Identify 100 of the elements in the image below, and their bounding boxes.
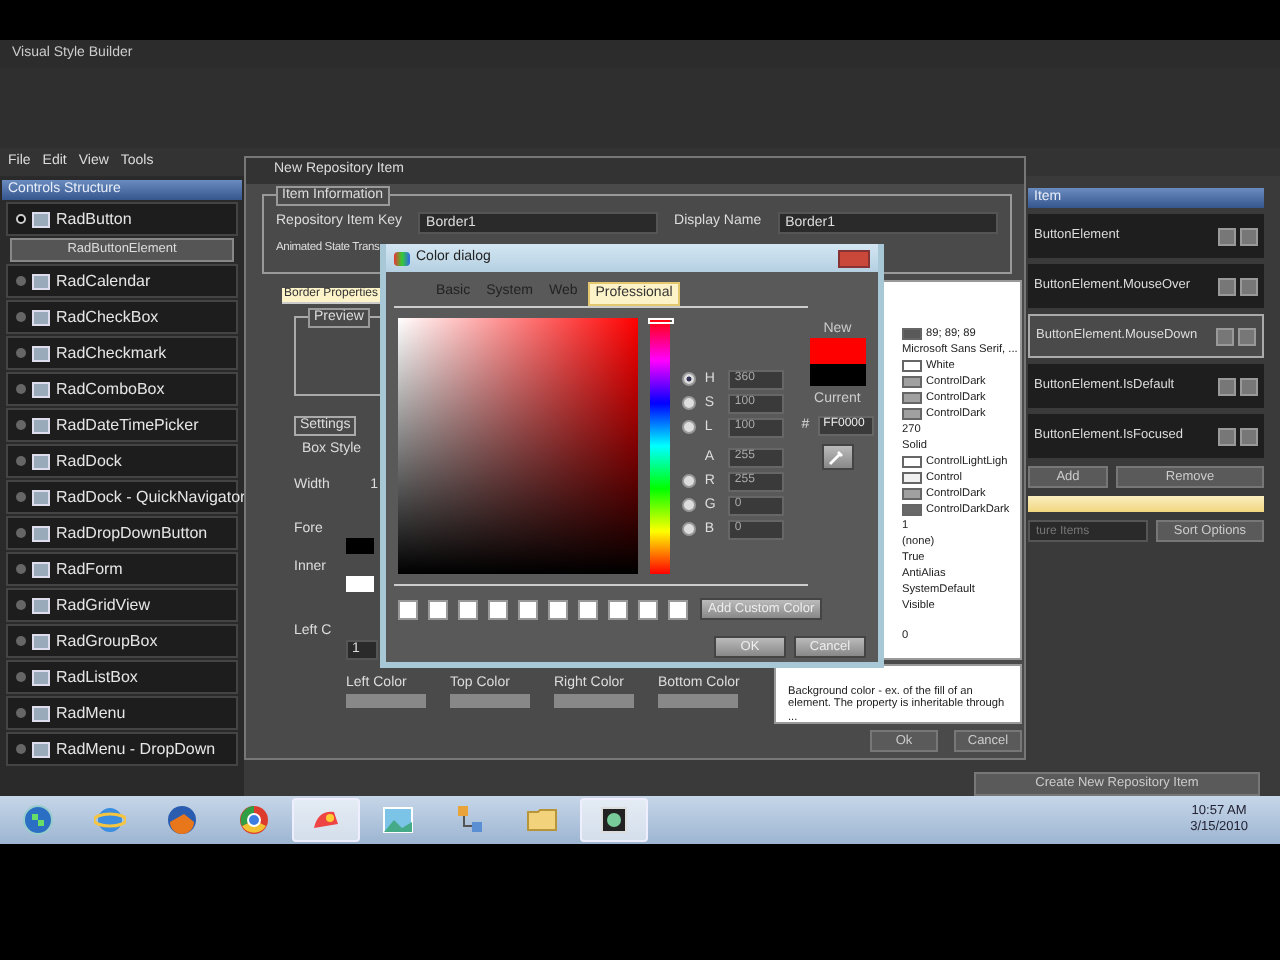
tree-item-label: RadForm [56, 559, 123, 579]
tree-item[interactable]: RadDateTimePicker [6, 408, 238, 442]
tree-item-label: RadDropDownButton [56, 523, 208, 543]
control-icon [32, 489, 50, 505]
custom-color-swatch[interactable] [638, 599, 658, 620]
control-icon [32, 273, 50, 289]
edit-button[interactable] [1238, 327, 1256, 345]
dropdown-button[interactable] [1218, 277, 1236, 295]
taskbar-button[interactable] [580, 798, 648, 842]
custom-color-swatch[interactable] [428, 599, 448, 620]
control-icon [32, 417, 50, 433]
radio-button[interactable] [682, 396, 697, 411]
custom-color-swatch[interactable] [458, 599, 478, 620]
tree-item[interactable]: RadComboBox [6, 372, 238, 406]
globe-icon [166, 804, 198, 836]
control-icon [32, 345, 50, 361]
custom-color-swatch[interactable] [518, 599, 538, 620]
expand-toggle[interactable] [16, 276, 26, 286]
hue-slider[interactable] [649, 318, 671, 575]
radio-button[interactable] [682, 522, 697, 537]
radio-button[interactable] [682, 474, 697, 489]
expand-toggle[interactable] [16, 214, 26, 224]
tree-item[interactable]: RadMenu [6, 696, 238, 730]
tree-item-label: RadCheckBox [56, 307, 159, 327]
current-color-swatch [809, 364, 866, 387]
tree-item[interactable]: RadDropDownButton [6, 516, 238, 550]
dropdown-button[interactable] [1216, 327, 1234, 345]
palette-icon [394, 251, 410, 265]
tree-item-label: RadGridView [56, 595, 150, 615]
tree-item[interactable]: RadCheckBox [6, 300, 238, 334]
color-bar[interactable] [346, 694, 426, 709]
tree-item-label: RadCalendar [56, 271, 151, 291]
custom-color-swatch[interactable] [668, 599, 688, 620]
tree-item[interactable]: RadGridView [6, 588, 238, 622]
custom-color-swatch[interactable] [398, 599, 418, 620]
color-bar[interactable] [554, 694, 634, 709]
dropdown-button[interactable] [1218, 227, 1236, 245]
color-field[interactable] [398, 318, 638, 575]
tree-item[interactable]: RadCalendar [6, 264, 238, 298]
tree-item-label: RadMenu [56, 703, 126, 723]
tree-item-label: RadComboBox [56, 379, 165, 399]
edit-button[interactable] [1240, 277, 1258, 295]
custom-color-swatch[interactable] [548, 599, 568, 620]
color-bar[interactable] [450, 694, 530, 709]
radio-button[interactable] [682, 420, 697, 435]
custom-color-swatch[interactable] [578, 599, 598, 620]
radio-button[interactable] [682, 498, 697, 513]
expand-toggle[interactable] [16, 672, 26, 682]
tree-item[interactable]: RadMenu - DropDown [6, 732, 238, 766]
wheel-icon [238, 804, 270, 836]
control-icon [32, 741, 50, 757]
custom-color-swatch[interactable] [488, 599, 508, 620]
new-color-swatch [809, 338, 866, 365]
expand-toggle[interactable] [16, 636, 26, 646]
dropdown-button[interactable] [1218, 427, 1236, 445]
slider-thumb[interactable] [647, 318, 674, 325]
expand-toggle[interactable] [16, 528, 26, 538]
tree-item-label: RadDateTimePicker [56, 415, 199, 435]
edit-button[interactable] [1240, 377, 1258, 395]
tree-item-label: RadDock [56, 451, 122, 471]
expand-toggle[interactable] [16, 420, 26, 430]
expand-toggle[interactable] [16, 564, 26, 574]
control-icon [32, 211, 50, 227]
expand-toggle[interactable] [16, 384, 26, 394]
tree-item[interactable]: RadButton [6, 202, 238, 236]
start-button [22, 804, 54, 836]
edit-button[interactable] [1240, 227, 1258, 245]
picture-icon [382, 804, 414, 836]
expand-toggle[interactable] [16, 348, 26, 358]
edit-button[interactable] [1240, 427, 1258, 445]
radio-button[interactable] [682, 372, 697, 387]
control-icon [32, 381, 50, 397]
tree-item[interactable]: RadForm [6, 552, 238, 586]
tree-item-label: RadMenu - DropDown [56, 739, 216, 759]
expand-toggle[interactable] [16, 312, 26, 322]
dropdown-button[interactable] [1218, 377, 1236, 395]
tree-item[interactable]: RadGroupBox [6, 624, 238, 658]
control-icon [32, 633, 50, 649]
network-icon [454, 804, 486, 836]
eyedropper-button[interactable] [821, 444, 854, 471]
tree-item[interactable]: RadListBox [6, 660, 238, 694]
tree-item-label: RadListBox [56, 667, 138, 687]
tree-item-label: RadGroupBox [56, 631, 158, 651]
expand-toggle[interactable] [16, 456, 26, 466]
expand-toggle[interactable] [16, 492, 26, 502]
custom-color-swatch[interactable] [608, 599, 628, 620]
eyedropper-icon [828, 448, 847, 467]
app-icon [598, 804, 630, 836]
expand-toggle[interactable] [16, 744, 26, 754]
color-swatch [346, 538, 374, 555]
control-icon [32, 597, 50, 613]
color-bar[interactable] [658, 694, 738, 709]
expand-toggle[interactable] [16, 600, 26, 610]
tree-item[interactable]: RadDock [6, 444, 238, 478]
close-button[interactable] [838, 249, 870, 267]
control-icon [32, 525, 50, 541]
expand-toggle[interactable] [16, 708, 26, 718]
control-icon [32, 453, 50, 469]
globe-icon [94, 804, 126, 836]
tree-item[interactable]: RadCheckmark [6, 336, 238, 370]
